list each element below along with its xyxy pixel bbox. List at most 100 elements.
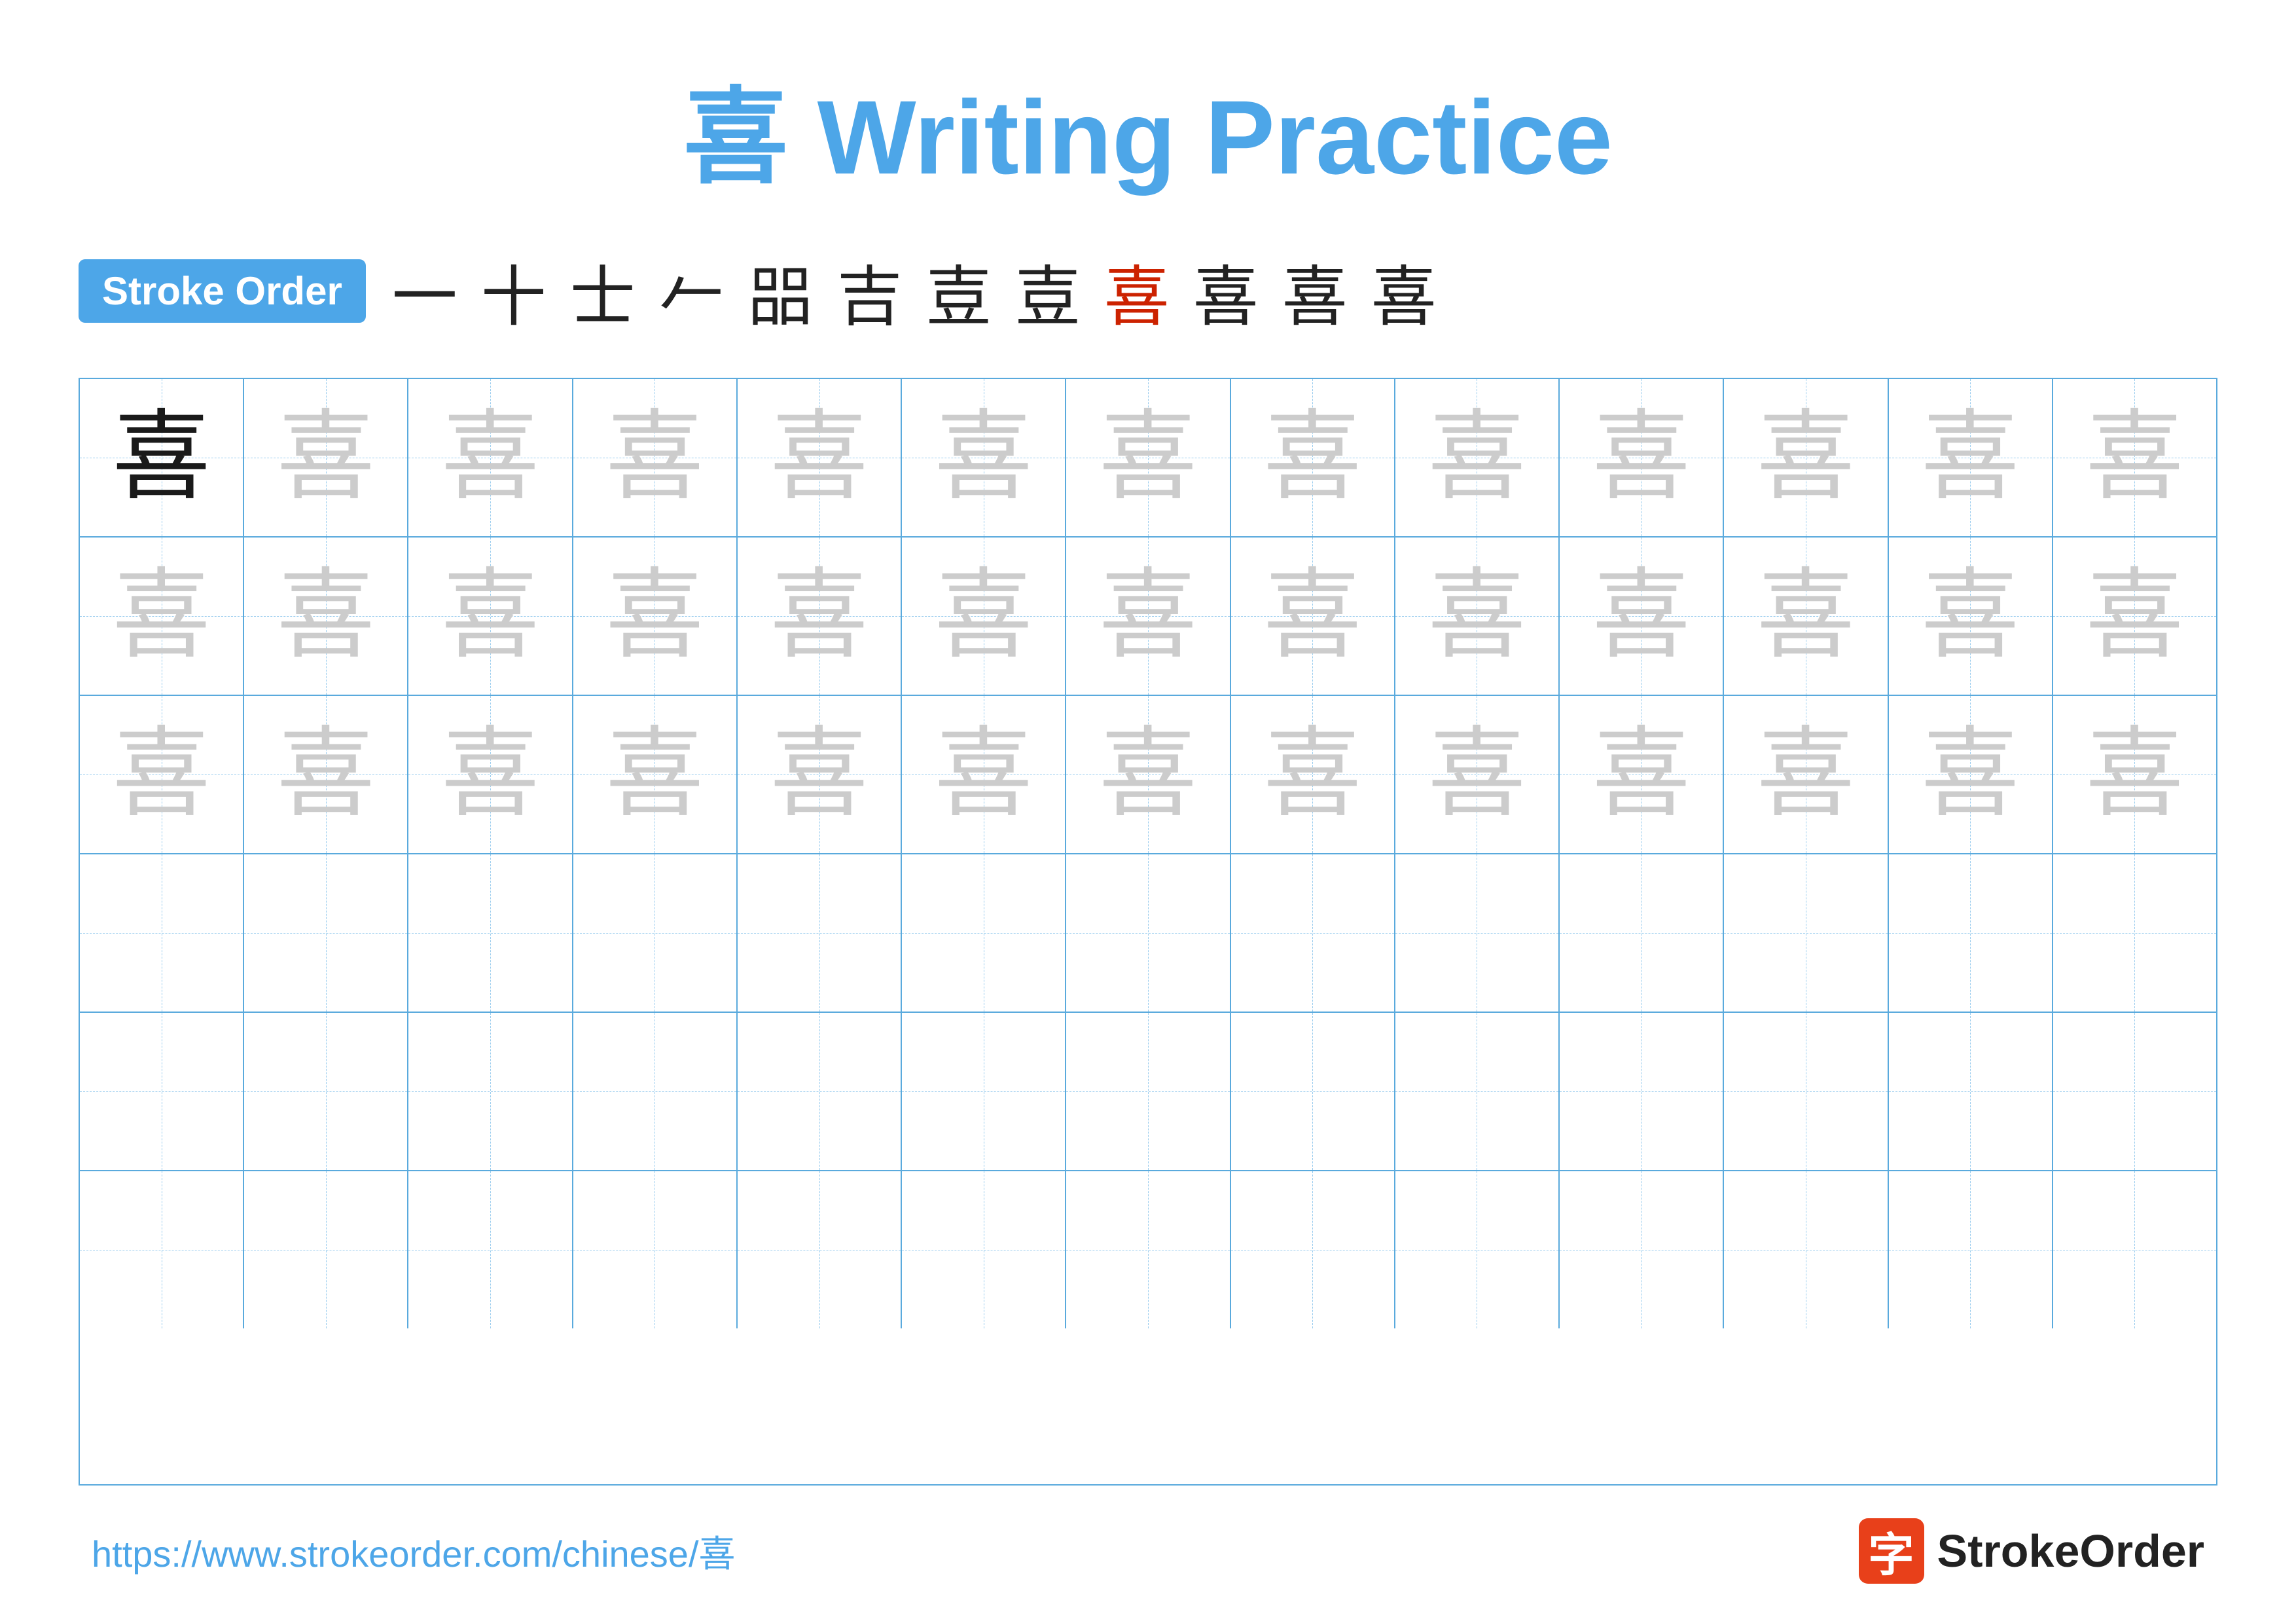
cell-1-7[interactable]: 喜 [1066,379,1230,536]
stroke-12: 喜 [1371,244,1437,338]
char-3-12: 喜 [1921,725,2019,824]
cell-3-4[interactable]: 喜 [573,696,738,853]
char-1-5: 喜 [770,409,869,507]
cell-5-4[interactable] [573,1013,738,1170]
char-3-4: 喜 [605,725,704,824]
cell-1-11[interactable]: 喜 [1724,379,1888,536]
cell-6-2[interactable] [244,1171,408,1328]
char-2-1: 喜 [113,567,211,665]
cell-2-7[interactable]: 喜 [1066,538,1230,695]
char-2-4: 喜 [605,567,704,665]
cell-4-3[interactable] [408,854,573,1012]
cell-5-7[interactable] [1066,1013,1230,1170]
cell-6-10[interactable] [1560,1171,1724,1328]
cell-1-2[interactable]: 喜 [244,379,408,536]
cell-2-6[interactable]: 喜 [902,538,1066,695]
cell-6-5[interactable] [738,1171,902,1328]
cell-1-12[interactable]: 喜 [1889,379,2053,536]
char-2-8: 喜 [1263,567,1361,665]
cell-2-1[interactable]: 喜 [80,538,244,695]
cell-3-2[interactable]: 喜 [244,696,408,853]
cell-3-1[interactable]: 喜 [80,696,244,853]
cell-6-3[interactable] [408,1171,573,1328]
cell-1-1[interactable]: 喜 [80,379,244,536]
cell-5-9[interactable] [1395,1013,1560,1170]
cell-6-12[interactable] [1889,1171,2053,1328]
cell-4-2[interactable] [244,854,408,1012]
cell-5-8[interactable] [1231,1013,1395,1170]
cell-4-11[interactable] [1724,854,1888,1012]
cell-6-6[interactable] [902,1171,1066,1328]
cell-3-6[interactable]: 喜 [902,696,1066,853]
char-2-2: 喜 [277,567,375,665]
cell-6-4[interactable] [573,1171,738,1328]
cell-3-7[interactable]: 喜 [1066,696,1230,853]
cell-4-8[interactable] [1231,854,1395,1012]
cell-3-13[interactable]: 喜 [2053,696,2216,853]
cell-4-12[interactable] [1889,854,2053,1012]
cell-2-11[interactable]: 喜 [1724,538,1888,695]
cell-4-9[interactable] [1395,854,1560,1012]
cell-2-8[interactable]: 喜 [1231,538,1395,695]
cell-4-5[interactable] [738,854,902,1012]
cell-4-13[interactable] [2053,854,2216,1012]
cell-1-8[interactable]: 喜 [1231,379,1395,536]
char-3-7: 喜 [1099,725,1197,824]
cell-5-3[interactable] [408,1013,573,1170]
cell-1-5[interactable]: 喜 [738,379,902,536]
cell-6-9[interactable] [1395,1171,1560,1328]
cell-6-1[interactable] [80,1171,244,1328]
cell-6-13[interactable] [2053,1171,2216,1328]
cell-5-13[interactable] [2053,1013,2216,1170]
char-1-6: 喜 [935,409,1033,507]
cell-4-4[interactable] [573,854,738,1012]
cell-2-9[interactable]: 喜 [1395,538,1560,695]
stroke-3: 士 [570,244,636,338]
cell-3-11[interactable]: 喜 [1724,696,1888,853]
cell-3-8[interactable]: 喜 [1231,696,1395,853]
page: 喜 Writing Practice Stroke Order 一 十 士 𠂉 … [0,0,2296,1623]
cell-2-13[interactable]: 喜 [2053,538,2216,695]
cell-1-3[interactable]: 喜 [408,379,573,536]
cell-6-7[interactable] [1066,1171,1230,1328]
cell-3-5[interactable]: 喜 [738,696,902,853]
cell-2-2[interactable]: 喜 [244,538,408,695]
cell-5-1[interactable] [80,1013,244,1170]
cell-1-9[interactable]: 喜 [1395,379,1560,536]
cell-1-13[interactable]: 喜 [2053,379,2216,536]
cell-1-4[interactable]: 喜 [573,379,738,536]
cell-1-6[interactable]: 喜 [902,379,1066,536]
cell-2-4[interactable]: 喜 [573,538,738,695]
cell-1-10[interactable]: 喜 [1560,379,1724,536]
char-2-3: 喜 [441,567,539,665]
cell-5-10[interactable] [1560,1013,1724,1170]
practice-grid: 喜 喜 喜 喜 喜 喜 喜 喜 喜 [79,378,2217,1486]
cell-4-7[interactable] [1066,854,1230,1012]
cell-4-10[interactable] [1560,854,1724,1012]
cell-2-12[interactable]: 喜 [1889,538,2053,695]
cell-5-5[interactable] [738,1013,902,1170]
char-2-10: 喜 [1592,567,1691,665]
footer-logo: 字 StrokeOrder [1859,1518,2204,1584]
cell-6-8[interactable] [1231,1171,1395,1328]
footer-url[interactable]: https://www.strokeorder.com/chinese/喜 [92,1525,736,1578]
cell-6-11[interactable] [1724,1171,1888,1328]
cell-4-6[interactable] [902,854,1066,1012]
cell-2-5[interactable]: 喜 [738,538,902,695]
stroke-6: 吉 [837,244,903,338]
cell-3-12[interactable]: 喜 [1889,696,2053,853]
cell-3-3[interactable]: 喜 [408,696,573,853]
stroke-10: 喜 [1193,244,1259,338]
cell-5-11[interactable] [1724,1013,1888,1170]
cell-2-3[interactable]: 喜 [408,538,573,695]
cell-2-10[interactable]: 喜 [1560,538,1724,695]
cell-3-10[interactable]: 喜 [1560,696,1724,853]
cell-5-2[interactable] [244,1013,408,1170]
cell-5-12[interactable] [1889,1013,2053,1170]
cell-5-6[interactable] [902,1013,1066,1170]
char-2-5: 喜 [770,567,869,665]
stroke-9-red: 喜 [1104,244,1170,338]
char-3-5: 喜 [770,725,869,824]
cell-3-9[interactable]: 喜 [1395,696,1560,853]
cell-4-1[interactable] [80,854,244,1012]
